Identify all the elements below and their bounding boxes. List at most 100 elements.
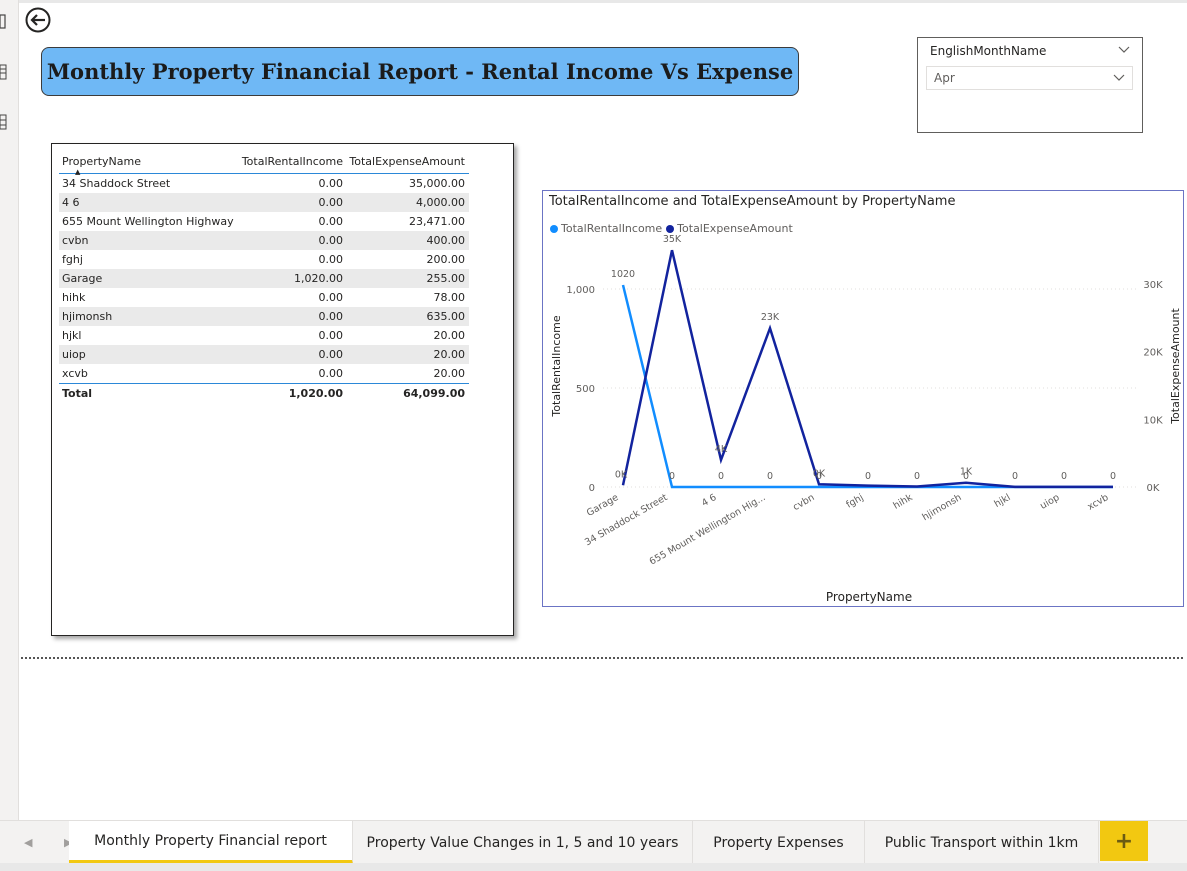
table-row[interactable]: 34 Shaddock Street 0.00 35,000.00 [59,174,469,193]
cell-expense-amount: 78.00 [433,291,466,304]
cell-rental-income: 0.00 [318,291,344,304]
table-row[interactable]: xcvb 0.00 20.00 [59,364,469,383]
table-row[interactable]: hjimonsh 0.00 635.00 [59,307,469,326]
x-tick-label: fghj [844,492,865,511]
chevron-down-icon[interactable] [1113,74,1125,82]
tab-monthly-property-financial-report[interactable]: Monthly Property Financial report [69,821,353,864]
data-label: 0 [865,471,871,482]
tab-public-transport[interactable]: Public Transport within 1km [865,821,1099,864]
back-arrow-icon[interactable] [25,7,51,33]
data-view-icon[interactable] [0,64,8,80]
data-label: 0K [615,469,628,480]
data-label: 0 [1012,471,1018,482]
y-tick-label: 500 [576,384,595,395]
data-label: 0 [914,471,920,482]
cell-property-name: xcvb [62,367,88,380]
cell-property-name: uiop [62,348,86,361]
cell-rental-income: 0.00 [318,253,344,266]
data-label: 0K [813,468,826,479]
model-view-icon[interactable] [0,114,8,130]
x-tick-label: uiop [1038,492,1061,512]
table-row[interactable]: hihk 0.00 78.00 [59,288,469,307]
tab-property-value-changes[interactable]: Property Value Changes in 1, 5 and 10 ye… [353,821,693,864]
table-row[interactable]: hjkl 0.00 20.00 [59,326,469,345]
cell-rental-income: 0.00 [318,215,344,228]
legend-item-expense[interactable]: TotalExpenseAmount [666,222,793,235]
cell-rental-income: 0.00 [318,310,344,323]
sort-ascending-icon: ▲ [75,168,81,176]
cell-rental-income: 1,020.00 [294,272,343,285]
y-tick-label: 1,000 [566,285,595,296]
report-view-icon[interactable] [0,14,8,30]
column-header-expense[interactable]: TotalExpenseAmount [343,155,469,168]
cell-property-name: 4 6 [62,196,80,209]
report-title: Monthly Property Financial Report - Rent… [46,59,794,84]
cell-expense-amount: 23,471.00 [409,215,465,228]
cell-property-name: hihk [62,291,86,304]
legend-item-income[interactable]: TotalRentalIncome [550,222,662,235]
month-slicer: EnglishMonthName Apr [917,37,1143,133]
month-dropdown-value: Apr [934,71,955,85]
cell-property-name: hjimonsh [62,310,113,323]
cell-property-name: hjkl [62,329,82,342]
top-border [19,0,1187,3]
status-strip [0,863,1187,871]
data-label: 0 [1061,471,1067,482]
cell-expense-amount: 20.00 [433,329,466,342]
chevron-down-icon[interactable] [1118,46,1130,54]
data-label: 0 [669,471,675,482]
chart-title: TotalRentalIncome and TotalExpenseAmount… [549,194,956,209]
cell-expense-amount: 20.00 [433,367,466,380]
property-table-visual: PropertyName TotalRentalIncome TotalExpe… [51,143,514,636]
data-label: 0 [1110,471,1116,482]
y-tick-label: 0 [589,483,595,494]
x-tick-label: cvbn [791,492,816,513]
series-line-expense [621,249,1113,489]
cell-expense-amount: 255.00 [426,272,466,285]
y2-tick-label: 30K [1143,280,1163,291]
x-axis-title: PropertyName [826,590,912,604]
x-tick-label: hjimonsh [920,492,963,523]
total-income: 1,020.00 [288,386,343,400]
column-header-property[interactable]: PropertyName [59,155,239,168]
table-row[interactable]: 655 Mount Wellington Highway 0.00 23,471.0… [59,212,469,231]
cell-expense-amount: 4,000.00 [416,196,465,209]
cell-property-name: cvbn [62,234,89,247]
table-row[interactable]: cvbn 0.00 400.00 [59,231,469,250]
y2-tick-label: 0K [1147,483,1160,494]
y2-axis-title: TotalExpenseAmount [1169,308,1182,425]
report-title-banner: Monthly Property Financial Report - Rent… [41,47,799,96]
cell-rental-income: 0.00 [318,329,344,342]
report-canvas: Monthly Property Financial Report - Rent… [0,0,1187,871]
cell-expense-amount: 20.00 [433,348,466,361]
month-dropdown[interactable]: Apr [926,66,1133,90]
cell-rental-income: 0.00 [318,367,344,380]
table-row[interactable]: Garage 1,020.00 255.00 [59,269,469,288]
cell-expense-amount: 635.00 [426,310,466,323]
legend-label-income: TotalRentalIncome [561,222,663,235]
table-header: PropertyName TotalRentalIncome TotalExpe… [59,150,469,176]
data-label: 4K [715,444,728,455]
line-chart-visual[interactable]: 0 500 1,000 0K 10K 20K 30K TotalRentalIncome Tot… [542,190,1184,607]
tab-property-expenses[interactable]: Property Expenses [693,821,865,864]
y2-tick-label: 10K [1143,415,1163,426]
x-tick-label: xcvb [1086,492,1111,513]
cell-property-name: 34 Shaddock Street [62,177,171,190]
cell-rental-income: 0.00 [318,177,344,190]
cell-property-name: fghj [62,253,83,266]
add-page-button[interactable]: + [1100,821,1148,861]
dotted-divider [21,657,1183,659]
data-label: 23K [761,312,780,323]
data-label: 35K [663,234,682,245]
table-row[interactable]: uiop 0.00 20.00 [59,345,469,364]
table-row[interactable]: 4 6 0.00 4,000.00 [59,193,469,212]
left-view-rail [0,0,19,820]
cell-rental-income: 0.00 [318,196,344,209]
cell-rental-income: 0.00 [318,348,344,361]
y-axis-title: TotalRentalIncome [550,315,563,417]
x-tick-label: Garage [585,492,621,519]
cell-rental-income: 0.00 [318,234,344,247]
column-header-income[interactable]: TotalRentalIncome [239,155,343,168]
cell-property-name: Garage [62,272,103,285]
table-row[interactable]: fghj 0.00 200.00 [59,250,469,269]
